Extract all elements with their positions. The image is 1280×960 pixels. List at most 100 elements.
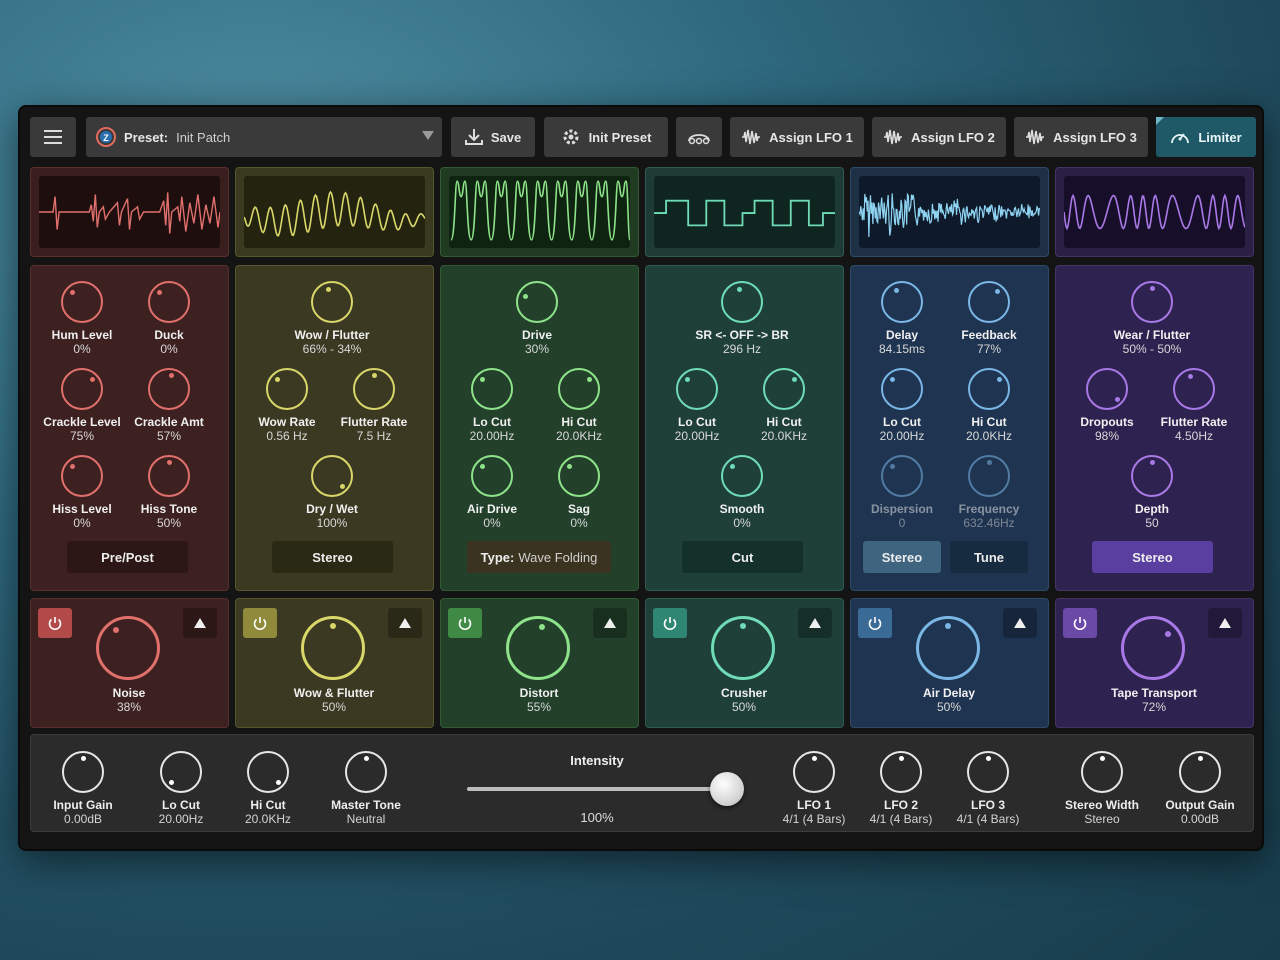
- noise-pre-post-button[interactable]: Pre/Post: [67, 541, 188, 573]
- footer-locut-knob[interactable]: [160, 751, 202, 793]
- gear-icon: [563, 129, 579, 145]
- stereo-width-value: Stereo: [1084, 812, 1120, 826]
- delay-stereo-label: Stereo: [881, 549, 923, 565]
- intensity-value: 100%: [580, 810, 614, 825]
- preset-value: Init Patch: [176, 129, 231, 145]
- assign-lfo1-button[interactable]: Assign LFO 1: [730, 117, 864, 157]
- power-icon: [868, 617, 882, 631]
- wow-expand-button[interactable]: [388, 608, 422, 638]
- wow-scope: [235, 167, 434, 257]
- limiter-button[interactable]: Limiter: [1156, 117, 1256, 157]
- init-preset-label: Init Preset: [588, 129, 652, 145]
- triangle-up-icon: [809, 618, 821, 628]
- menu-button[interactable]: [30, 117, 76, 157]
- power-icon: [253, 617, 267, 631]
- input-gain-knob[interactable]: [62, 751, 104, 793]
- lfo3-value: 4/1 (4 Bars): [956, 812, 1020, 826]
- assign-lfo2-button[interactable]: Assign LFO 2: [872, 117, 1006, 157]
- distort-scope: [440, 167, 639, 257]
- waveform-icon: [1026, 129, 1045, 145]
- distort-type-prefix: Type:: [480, 549, 515, 565]
- save-button[interactable]: Save: [451, 117, 535, 157]
- monitor-button[interactable]: [676, 117, 722, 157]
- power-icon: [458, 617, 472, 631]
- delay-scope: [850, 167, 1049, 257]
- crusher-cut-button[interactable]: Cut: [682, 541, 803, 573]
- tape-expand-button[interactable]: [1208, 608, 1242, 638]
- save-label: Save: [490, 129, 522, 145]
- triangle-up-icon: [1219, 618, 1231, 628]
- triangle-up-icon: [399, 618, 411, 628]
- assign-lfo3-label: Assign LFO 3: [1053, 129, 1137, 145]
- crusher-scope: [645, 167, 844, 257]
- tape-stereo-button[interactable]: Stereo: [1092, 541, 1213, 573]
- lfo2-knob[interactable]: [880, 751, 922, 793]
- power-icon: [663, 617, 677, 631]
- input-gain-label: Input Gain: [53, 798, 113, 812]
- tape-power-button[interactable]: [1063, 608, 1097, 638]
- noise-scope: [30, 167, 229, 257]
- power-icon: [48, 617, 62, 631]
- logo-icon: Z: [96, 127, 116, 147]
- noise-power-button[interactable]: [38, 608, 72, 638]
- intensity-label: Intensity: [570, 753, 624, 768]
- headphones-icon: [688, 134, 710, 145]
- assign-lfo2-label: Assign LFO 2: [911, 129, 995, 145]
- assign-lfo3-button[interactable]: Assign LFO 3: [1014, 117, 1148, 157]
- delay-tune-label: Tune: [973, 549, 1005, 565]
- waveform-icon: [742, 129, 761, 145]
- master-tone-knob[interactable]: [345, 751, 387, 793]
- footer-panel: Input Gain 0.00dB Lo Cut 20.00Hz Hi Cut …: [30, 734, 1254, 832]
- lfo3-label: LFO 3: [970, 798, 1005, 812]
- wow-power-button[interactable]: [243, 608, 277, 638]
- lfo3-knob[interactable]: [967, 751, 1009, 793]
- intensity-fill: [467, 787, 727, 791]
- limiter-label: Limiter: [1198, 129, 1242, 145]
- distort-power-button[interactable]: [448, 608, 482, 638]
- waveform-icon: [884, 129, 903, 145]
- wow-stereo-button[interactable]: Stereo: [272, 541, 393, 573]
- toolbar: Z Preset: Init Patch Save Init Preset As…: [30, 117, 1256, 157]
- hamburger-icon: [44, 130, 62, 144]
- distort-type-selector[interactable]: Type: Wave Folding: [467, 541, 611, 573]
- crusher-cut-label: Cut: [731, 549, 754, 565]
- delay-tune-button[interactable]: Tune: [950, 541, 1028, 573]
- output-gain-value: 0.00dB: [1180, 812, 1220, 826]
- wow-stereo-label: Stereo: [312, 549, 353, 565]
- triangle-up-icon: [604, 618, 616, 628]
- lfo1-knob[interactable]: [793, 751, 835, 793]
- output-gain-knob[interactable]: [1179, 751, 1221, 793]
- master-tone-value: Neutral: [346, 812, 386, 826]
- stereo-width-label: Stereo Width: [1065, 798, 1139, 812]
- output-gain-label: Output Gain: [1165, 798, 1235, 812]
- assign-lfo1-label: Assign LFO 1: [769, 129, 853, 145]
- gauge-icon: [1171, 133, 1190, 144]
- dropdown-triangle-icon: [422, 131, 434, 140]
- delay-stereo-button[interactable]: Stereo: [863, 541, 941, 573]
- crusher-power-button[interactable]: [653, 608, 687, 638]
- noise-expand-button[interactable]: [183, 608, 217, 638]
- init-preset-button[interactable]: Init Preset: [544, 117, 668, 157]
- footer-hicut-label: Hi Cut: [250, 798, 286, 812]
- delay-power-button[interactable]: [858, 608, 892, 638]
- plugin-window: Z Preset: Init Patch Save Init Preset As…: [18, 105, 1264, 851]
- triangle-up-icon: [194, 618, 206, 628]
- tape-scope: [1055, 167, 1254, 257]
- preset-selector[interactable]: Z Preset: Init Patch: [86, 117, 442, 157]
- power-icon: [1073, 617, 1087, 631]
- footer-hicut-value: 20.0KHz: [244, 812, 292, 826]
- distort-expand-button[interactable]: [593, 608, 627, 638]
- master-tone-label: Master Tone: [331, 798, 401, 812]
- delay-expand-button[interactable]: [1003, 608, 1037, 638]
- noise-pre-post-label: Pre/Post: [101, 549, 154, 565]
- svg-text:Z: Z: [103, 133, 109, 143]
- tape-stereo-label: Stereo: [1132, 549, 1173, 565]
- input-gain-value: 0.00dB: [63, 812, 103, 826]
- intensity-slider[interactable]: [467, 772, 744, 806]
- stereo-width-knob[interactable]: [1081, 751, 1123, 793]
- triangle-up-icon: [1014, 618, 1026, 628]
- intensity-thumb[interactable]: [710, 772, 744, 806]
- footer-hicut-knob[interactable]: [247, 751, 289, 793]
- download-icon: [464, 129, 483, 145]
- crusher-expand-button[interactable]: [798, 608, 832, 638]
